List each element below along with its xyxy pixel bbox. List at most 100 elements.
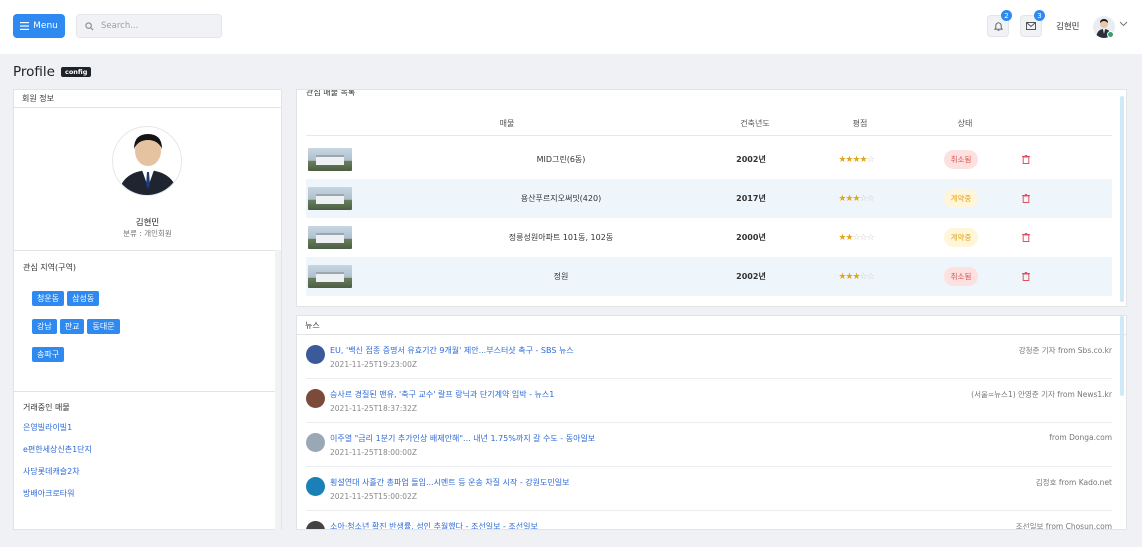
status-badge: 계약중 — [943, 189, 979, 208]
news-header: 뉴스 — [297, 316, 1126, 335]
column-header: 평점 — [852, 119, 868, 128]
table-row[interactable]: MID그린(6동) 2002년 ★★★★☆ 취소됨 — [306, 140, 1112, 179]
member-category: 분류 : 개인회원 — [123, 229, 172, 238]
trading-item[interactable]: 방배아크로타워 — [23, 488, 75, 499]
property-thumbnail — [308, 226, 352, 249]
trading-item[interactable]: e편한세상신촌1단지 — [23, 444, 92, 455]
news-date: 2021-11-25T18:00:00Z — [330, 448, 417, 457]
trading-item[interactable]: 은영빌라이빌1 — [23, 422, 72, 433]
bell-icon — [993, 22, 1003, 31]
trading-item[interactable]: 사당롯데캐슬2차 — [23, 466, 80, 477]
property-year: 2017년 — [736, 194, 766, 203]
page-title: Profile config — [13, 64, 92, 80]
page-title-text: Profile — [13, 64, 55, 80]
news-source-icon — [306, 389, 325, 408]
status-cell: 취소됨 — [926, 140, 996, 179]
trash-icon — [1022, 272, 1030, 281]
news-title[interactable]: 횡설연대 사흘간 총파업 돌입...시멘트 등 운송 차질 시작 - 강원도민일… — [330, 477, 569, 488]
region-tag[interactable]: 삼성동 — [67, 291, 100, 306]
property-thumbnail — [308, 265, 352, 288]
notification-badge: 2 — [1001, 10, 1012, 21]
news-source-icon — [306, 345, 325, 364]
property-year: 2000년 — [736, 233, 766, 242]
property-rating: ★★☆☆☆ — [821, 218, 891, 257]
scrollbar[interactable] — [1120, 96, 1124, 302]
status-badge: 취소됨 — [943, 150, 979, 169]
news-source: from Donga.com — [1049, 433, 1112, 442]
region-tag[interactable]: 판교 — [59, 319, 85, 334]
online-status-dot — [1107, 31, 1114, 38]
delete-button[interactable] — [1011, 140, 1041, 179]
news-source-icon — [306, 433, 325, 452]
search-icon — [85, 21, 94, 30]
news-title[interactable]: 이주열 "금리 1분기 추가인상 배제안해"... 내년 1.75%까지 갈 수… — [330, 433, 595, 444]
news-item[interactable]: 소아·청소년 확진 반생률, 성인 추월했다 - 조선일보 - 조선일보 조선일… — [306, 511, 1112, 529]
messages-button[interactable]: 3 — [1020, 10, 1045, 37]
scrollbar[interactable] — [1120, 316, 1124, 396]
interest-regions-title: 관심 지역(구역) — [23, 263, 76, 272]
property-name: MID그린(6동) — [536, 155, 586, 164]
property-year: 2002년 — [736, 155, 766, 164]
rating-stars: ★★☆☆☆ — [838, 232, 874, 243]
news-source-icon — [306, 477, 325, 496]
status-badge: 취소됨 — [943, 267, 979, 286]
property-rating: ★★★☆☆ — [821, 179, 891, 218]
news-source: (서울=뉴스1) 안영준 기자 from News1.kr — [971, 390, 1112, 399]
region-tag-row: 강남 판교 동대문 — [32, 314, 123, 334]
interest-properties-panel: 관심 매물 목록 매물 건축년도 평점 상태 MID그린(6동) 2002년 ★… — [296, 89, 1127, 307]
status-badge: 계약중 — [943, 228, 979, 247]
news-item[interactable]: 횡설연대 사흘간 총파업 돌입...시멘트 등 운송 차질 시작 - 강원도민일… — [306, 467, 1112, 511]
properties-title: 관심 매물 목록 — [306, 89, 356, 97]
region-tag[interactable]: 송파구 — [32, 347, 65, 362]
property-year: 2002년 — [736, 272, 766, 281]
delete-button[interactable] — [1011, 179, 1041, 218]
news-date: 2021-11-25T18:37:32Z — [330, 404, 417, 413]
property-rating: ★★★★☆ — [821, 140, 891, 179]
divider — [14, 391, 276, 392]
news-item[interactable]: EU, '백신 접종 증명서 유효기간 9개월' 제안...부스터샷 촉구 - … — [306, 335, 1112, 379]
table-row[interactable]: 정릉성원아파트 101동, 102동 2000년 ★★☆☆☆ 계약중 — [306, 218, 1112, 257]
message-badge: 3 — [1034, 10, 1045, 21]
member-info-panel: 회원 정보 김현민 분류 : 개인회원 관심 지역(구역) 청운동 삼성동 강남 판… — [13, 89, 282, 530]
top-bar: Menu 2 3 김현민 — [0, 0, 1142, 54]
hamburger-icon — [20, 22, 30, 30]
news-source: 김정호 from Kado.net — [1035, 478, 1112, 487]
property-name: 용산푸르지오써밋(420) — [520, 194, 602, 203]
rating-stars: ★★★☆☆ — [838, 193, 874, 204]
region-tag[interactable]: 청운동 — [32, 291, 65, 306]
rating-stars: ★★★★☆ — [838, 154, 874, 165]
notifications-button[interactable]: 2 — [987, 10, 1012, 37]
region-tag[interactable]: 동대문 — [87, 319, 120, 334]
delete-button[interactable] — [1011, 218, 1041, 257]
header-user-name[interactable]: 김현민 — [1056, 20, 1079, 32]
table-row[interactable]: 용산푸르지오써밋(420) 2017년 ★★★☆☆ 계약중 — [306, 179, 1112, 218]
news-item[interactable]: 이주열 "금리 1분기 추가인상 배제안해"... 내년 1.75%까지 갈 수… — [306, 423, 1112, 467]
search-input[interactable] — [101, 21, 211, 31]
news-source-icon — [306, 521, 325, 529]
table-row[interactable]: 정원 2002년 ★★★☆☆ 취소됨 — [306, 257, 1112, 296]
config-badge[interactable]: config — [60, 67, 92, 77]
delete-button[interactable] — [1011, 257, 1041, 296]
menu-button[interactable]: Menu — [13, 14, 65, 38]
news-title[interactable]: EU, '백신 접종 증명서 유효기간 9개월' 제안...부스터샷 촉구 - … — [330, 345, 574, 356]
member-name: 김현민 — [135, 218, 160, 228]
news-title[interactable]: 소아·청소년 확진 반생률, 성인 추월했다 - 조선일보 - 조선일보 — [330, 521, 538, 529]
news-source: 강청준 기자 from Sbs.co.kr — [1018, 346, 1112, 355]
column-header: 상태 — [957, 119, 973, 128]
news-panel: 뉴스 EU, '백신 접종 증명서 유효기간 9개월' 제안...부스터샷 촉구… — [296, 315, 1127, 530]
mail-icon — [1026, 22, 1036, 30]
region-tag[interactable]: 강남 — [32, 319, 57, 334]
property-thumbnail — [308, 187, 352, 210]
member-info-header: 회원 정보 — [14, 90, 281, 108]
news-title[interactable]: 승사르 경질된 맨유, '축구 교수' 랄프 랑닉과 단기계약 임박 - 뉴스1 — [330, 389, 554, 400]
divider — [306, 135, 1112, 136]
news-item[interactable]: 승사르 경질된 맨유, '축구 교수' 랄프 랑닉과 단기계약 임박 - 뉴스1… — [306, 379, 1112, 423]
property-rating: ★★★☆☆ — [821, 257, 891, 296]
rating-stars: ★★★☆☆ — [838, 271, 874, 282]
chevron-down-icon[interactable] — [1119, 21, 1128, 27]
trash-icon — [1022, 233, 1030, 242]
region-tag-row: 송파구 — [32, 342, 67, 362]
scrollbar-track[interactable] — [275, 250, 281, 530]
news-date: 2021-11-25T19:23:00Z — [330, 360, 417, 369]
trading-title: 거래중인 매물 — [23, 403, 70, 412]
